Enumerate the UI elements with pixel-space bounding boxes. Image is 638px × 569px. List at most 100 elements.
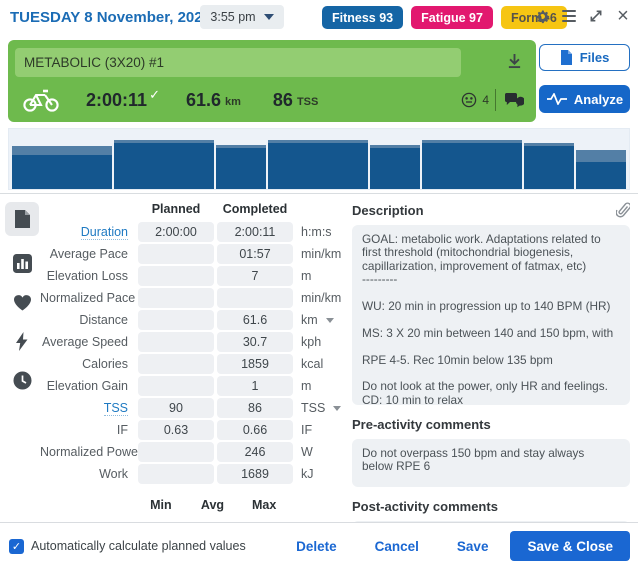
completed-input[interactable]: 1 [217,376,293,396]
completed-input[interactable] [217,288,293,308]
planned-input[interactable] [138,376,214,396]
workout-segment-recovery-1 [216,145,266,189]
duration-value: 2:00:11 [86,90,147,111]
workout-stats-row: 2:00:11 ✓ 61.6 km 86 TSS 4 [8,80,536,120]
planned-input[interactable] [138,244,214,264]
distance-value: 61.6 [186,90,221,111]
sidebar-rail [4,202,40,397]
planned-input[interactable] [138,332,214,352]
metric-row: TSS9086TSS [40,398,346,418]
completed-input[interactable]: 86 [217,398,293,418]
completed-input[interactable]: 30.7 [217,332,293,352]
metric-unit: min/km [301,247,341,261]
workout-detail-window: TUESDAY 8 November, 2022 3:55 pm Fitness… [0,0,638,569]
unit-dropdown-icon[interactable] [326,318,334,323]
metric-label: Normalized Power [40,445,135,459]
tss-value: 86 [273,90,293,111]
tab-time[interactable] [5,363,39,397]
tab-power[interactable] [5,324,39,358]
completed-input[interactable]: 2:00:11 [217,222,293,242]
workout-segment-main-set-3 [422,140,522,189]
gear-icon[interactable] [533,7,551,25]
planned-input[interactable] [138,442,214,462]
document-icon [15,210,30,228]
metric-label[interactable]: TSS [40,401,135,415]
post-activity-title: Post-activity comments [352,499,498,514]
tab-notes[interactable] [5,202,39,236]
waveform-icon [546,93,568,105]
completed-input[interactable]: 1859 [217,354,293,374]
workout-summary-card: METABOLIC (3X20) #1 2:00:11 ✓ 61.6 km 86… [8,40,536,122]
planned-column-header: Planned [138,202,214,216]
planned-input[interactable] [138,354,214,374]
completed-input[interactable]: 61.6 [217,310,293,330]
planned-input[interactable] [138,288,214,308]
topbar-icons: × [533,7,632,25]
download-icon[interactable] [507,53,522,69]
status-badge[interactable]: Fatigue 97 [411,6,493,29]
metric-unit: m [301,269,311,283]
save-button[interactable]: Save [457,539,489,554]
metric-unit: h:m:s [301,225,332,239]
analyze-button[interactable]: Analyze [539,85,630,113]
pre-activity-title: Pre-activity comments [352,417,491,432]
chevron-down-icon [264,14,274,20]
save-close-button[interactable]: Save & Close [510,531,630,561]
feel-smiley-icon[interactable] [461,92,477,108]
cancel-button[interactable]: Cancel [375,539,419,554]
files-button[interactable]: Files [539,44,630,71]
metric-label: Normalized Pace [40,291,135,305]
workout-segment-warmup [12,146,112,189]
comments-icon[interactable] [504,92,524,109]
completed-input[interactable]: 0.66 [217,420,293,440]
segment-body [370,148,420,189]
completed-check-icon: ✓ [149,87,160,103]
status-badge[interactable]: Fitness 93 [322,6,403,29]
planned-input[interactable]: 90 [138,398,214,418]
menu-icon[interactable] [560,7,578,25]
description-textarea[interactable]: GOAL: metabolic work. Adaptations relate… [352,225,630,405]
planned-input[interactable] [138,310,214,330]
tab-summary[interactable] [5,246,39,280]
completed-input[interactable]: 7 [217,266,293,286]
metric-unit: TSS [301,401,325,415]
metric-row: Elevation Gain 1m [40,376,346,396]
workout-graph[interactable] [8,128,630,190]
completed-input[interactable]: 1689 [217,464,293,484]
workout-segment-recovery-3 [524,143,574,189]
unit-dropdown-icon[interactable] [333,406,341,411]
pre-activity-textarea[interactable]: Do not overpass 150 bpm and stay always … [352,439,630,487]
auto-calc-checkbox[interactable]: ✓ [9,539,24,554]
workout-title-input[interactable]: METABOLIC (3X20) #1 [15,48,461,77]
workout-graph-bars [12,133,626,189]
completed-input[interactable]: 01:57 [217,244,293,264]
metric-label: IF [40,423,135,437]
paperclip-icon[interactable] [616,202,630,219]
stats-column-header: Avg [187,498,239,512]
segment-body [216,148,266,189]
segment-body [12,155,112,189]
metric-row: IF0.630.66IF [40,420,346,440]
metric-unit: m [301,379,311,393]
divider [0,193,638,194]
expand-icon[interactable] [587,7,605,25]
metric-row: Normalized Power246W [40,442,346,462]
date-title[interactable]: TUESDAY 8 November, 2022 [10,9,211,26]
metric-row: Elevation Loss7m [40,266,346,286]
files-label: Files [580,50,610,65]
metric-label[interactable]: Duration [40,225,135,239]
close-icon[interactable]: × [614,7,632,25]
metric-label: Elevation Gain [40,379,135,393]
delete-button[interactable]: Delete [296,539,337,554]
planned-input[interactable]: 0.63 [138,420,214,440]
bar-chart-icon [13,254,32,273]
time-select[interactable]: 3:55 pm [200,5,284,29]
completed-input[interactable]: 246 [217,442,293,462]
tab-heart-rate[interactable] [5,285,39,319]
metric-unit: kcal [301,357,323,371]
planned-input[interactable]: 2:00:00 [138,222,214,242]
planned-input[interactable] [138,266,214,286]
metric-unit: kph [301,335,321,349]
bike-icon [22,87,60,113]
planned-input[interactable] [138,464,214,484]
